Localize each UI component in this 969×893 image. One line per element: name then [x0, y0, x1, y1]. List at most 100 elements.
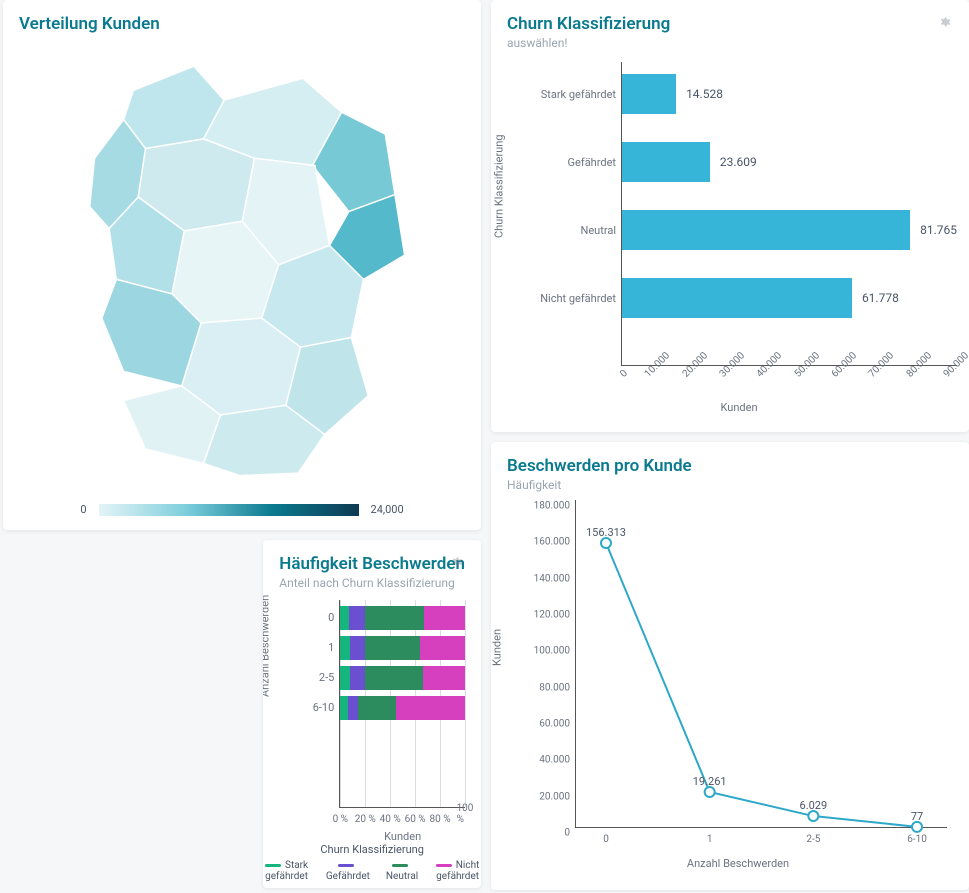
bar-category-label: Gefährdet [526, 156, 622, 169]
bar[interactable] [622, 74, 676, 114]
stacked-segment[interactable] [365, 606, 424, 630]
point-label: 19.261 [693, 775, 727, 788]
y-tick: 100.000 [526, 646, 570, 657]
stacked-segment[interactable] [350, 636, 365, 660]
bar-value-label: 81.765 [920, 223, 957, 237]
legend-item: Neutral [386, 860, 418, 882]
stacked-segment[interactable] [340, 666, 350, 690]
stacked-segment[interactable] [350, 666, 365, 690]
stacked-segment[interactable] [340, 606, 349, 630]
y-tick: 80.000 [526, 682, 570, 693]
stacked-row[interactable]: 1 [340, 636, 465, 660]
y-tick: 0 [526, 828, 570, 839]
bar-row[interactable]: Nicht gefährdet61.778 [622, 276, 957, 320]
stacked-segment[interactable] [420, 636, 465, 660]
card-title: Verteilung Kunden [19, 14, 465, 34]
card-churn-klassifizierung: Churn Klassifizierung auswählen! Churn K… [491, 0, 969, 432]
x-tick: 60 % [405, 814, 426, 825]
bar-value-label: 61.778 [862, 291, 899, 305]
card-title: Churn Klassifizierung [507, 14, 953, 34]
x-tick: 0 [618, 368, 630, 380]
x-tick: 6-10 [907, 834, 927, 845]
legend-gradient [99, 504, 359, 516]
stacked-segment[interactable] [340, 636, 350, 660]
legend-min: 0 [80, 503, 86, 516]
y-tick: 40.000 [526, 755, 570, 766]
xaxis-label: Kunden [720, 401, 757, 414]
stacked-segment[interactable] [358, 696, 397, 720]
yaxis-label: Kunden [491, 629, 504, 666]
point-label: 77 [911, 810, 923, 823]
bar-category-label: Neutral [526, 224, 622, 237]
x-tick: 20 % [355, 814, 376, 825]
card-verteilung-kunden: Verteilung Kunden [3, 0, 481, 530]
settings-icon[interactable] [941, 14, 955, 28]
stacked-segment[interactable] [340, 696, 347, 720]
dashboard-grid: Churn Klassifizierung auswählen! Churn K… [0, 0, 969, 890]
card-subtitle: Anteil nach Churn Klassifizierung [279, 576, 465, 590]
map-legend: 0 24,000 [3, 503, 481, 516]
stacked-segment[interactable] [423, 666, 465, 690]
bar[interactable] [622, 142, 710, 182]
stacked-segment[interactable] [365, 636, 420, 660]
stacked-segment[interactable] [396, 696, 465, 720]
x-tick: 0 % [333, 814, 348, 825]
y-tick: 120.000 [526, 610, 570, 621]
stacked-segment[interactable] [349, 606, 365, 630]
xaxis-label: Kunden [384, 830, 421, 843]
stacked-chart[interactable]: Kunden 0 %20 %40 %60 %80 %100 %012-56-10 [293, 600, 469, 840]
bar[interactable] [622, 210, 910, 250]
card-haeufigkeit-beschwerden: Häufigkeit Beschwerden Anteil nach Churn… [263, 540, 481, 888]
bar-category-label: Nicht gefährdet [526, 292, 622, 305]
card-title: Häufigkeit Beschwerden [279, 554, 465, 574]
y-tick: 60.000 [526, 719, 570, 730]
stacked-row[interactable]: 6-10 [340, 696, 465, 720]
yaxis-label: Anzahl Beschwerden [263, 594, 272, 696]
right-column: Verteilung Kunden [3, 0, 481, 890]
stacked-segment[interactable] [424, 606, 465, 630]
hbar-chart[interactable]: Stark gefährdet14.528Gefährdet23.609Neut… [521, 62, 957, 414]
line-chart[interactable]: 0 20.000 40.000 60.000 80.000 100.000 120.000 1… [519, 500, 957, 870]
settings-icon[interactable] [453, 554, 467, 568]
card-subtitle: auswählen! [507, 36, 953, 50]
map-svg [32, 42, 453, 478]
bar-row[interactable]: Stark gefährdet14.528 [622, 72, 957, 116]
bar-value-label: 23.609 [720, 155, 757, 169]
stacked-segment[interactable] [348, 696, 358, 720]
legend-item: Nicht gefährdet [434, 860, 481, 882]
legend-item: Gefährdet [326, 860, 370, 882]
point-label: 6.029 [800, 799, 828, 812]
stacked-row[interactable]: 0 [340, 606, 465, 630]
x-tick: 2-5 [806, 834, 820, 845]
x-tick: 40 % [380, 814, 401, 825]
bar-category-label: Stark gefährdet [526, 88, 622, 101]
x-tick: 1 [707, 834, 713, 845]
bar-row[interactable]: Gefährdet23.609 [622, 140, 957, 184]
legend-max: 24,000 [371, 503, 404, 516]
bar-value-label: 14.528 [686, 87, 723, 101]
row-category: 6-10 [298, 696, 340, 720]
stacked-segment[interactable] [365, 666, 422, 690]
row-category: 0 [298, 606, 340, 630]
x-tick: 0 [603, 834, 609, 845]
germany-map[interactable] [3, 42, 481, 478]
legend: Churn Klassifizierung Stark gefährdetGef… [263, 843, 481, 882]
bar[interactable] [622, 278, 852, 318]
stacked-row[interactable]: 2-5 [340, 666, 465, 690]
x-tick: 80 % [430, 814, 451, 825]
row-category: 1 [298, 636, 340, 660]
card-subtitle: Häufigkeit [507, 478, 953, 492]
card-title: Beschwerden pro Kunde [507, 456, 953, 476]
row-category: 2-5 [298, 666, 340, 690]
xaxis-label: Anzahl Beschwerden [687, 857, 789, 870]
legend-item: Stark gefährdet [263, 860, 310, 882]
y-tick: 20.000 [526, 791, 570, 802]
yaxis-label: Churn Klassifizierung [493, 134, 506, 238]
bar-row[interactable]: Neutral81.765 [622, 208, 957, 252]
y-tick: 180.000 [526, 501, 570, 512]
x-tick: 100 % [457, 803, 474, 825]
card-beschwerden-pro-kunde: Beschwerden pro Kunde Häufigkeit Kunden … [491, 442, 969, 890]
point-label: 156.313 [586, 526, 626, 539]
y-tick: 140.000 [526, 573, 570, 584]
y-tick: 160.000 [526, 537, 570, 548]
